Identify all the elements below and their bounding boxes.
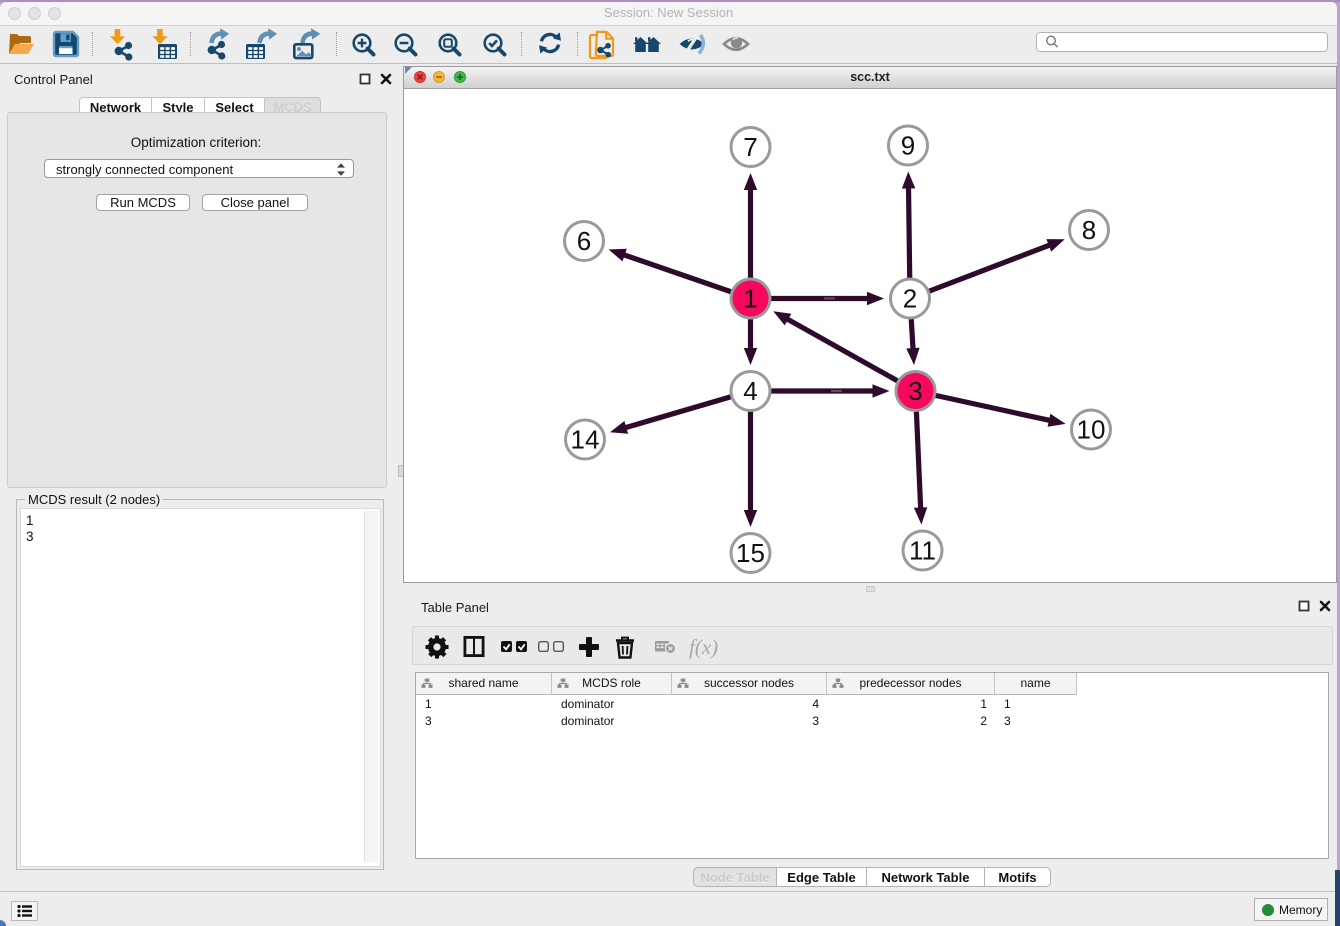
svg-text:7: 7 bbox=[743, 132, 757, 162]
svg-text:3: 3 bbox=[908, 376, 922, 406]
svg-text:6: 6 bbox=[577, 226, 591, 256]
svg-text:1: 1 bbox=[743, 284, 757, 314]
svg-text:15: 15 bbox=[736, 538, 765, 568]
svg-text:10: 10 bbox=[1077, 415, 1106, 445]
svg-text:14: 14 bbox=[571, 425, 600, 455]
svg-text:f(x): f(x) bbox=[689, 635, 718, 659]
svg-text:2: 2 bbox=[903, 284, 917, 314]
svg-text:11: 11 bbox=[909, 536, 936, 566]
svg-text:8: 8 bbox=[1082, 215, 1096, 245]
svg-text:9: 9 bbox=[901, 131, 915, 161]
svg-text:4: 4 bbox=[743, 376, 757, 406]
